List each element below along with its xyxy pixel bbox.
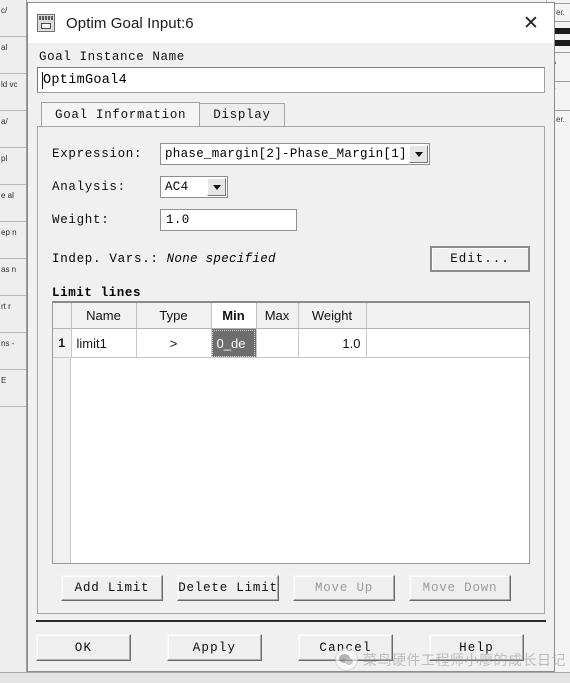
analysis-combobox[interactable]: AC4 [160, 176, 228, 198]
optim-goal-icon [37, 14, 55, 32]
edit-button[interactable]: Edit... [430, 246, 530, 272]
table-header-row: Name Type Min Max Weight [53, 303, 529, 329]
expression-combobox[interactable]: phase_margin[2]-Phase_Margin[1] [160, 143, 430, 165]
indep-vars-label: Indep. Vars.: [52, 252, 159, 266]
row-index[interactable]: 1 [53, 328, 72, 358]
delete-limit-button[interactable]: Delete Limit [177, 575, 279, 601]
cell-max[interactable] [256, 328, 299, 358]
chevron-down-icon[interactable] [409, 145, 428, 163]
background-palette-item: pl [0, 148, 26, 185]
dialog-body: Goal Instance Name OptimGoal4 Goal Infor… [28, 43, 554, 614]
dialog-footer: OK Apply Cancel Help [36, 620, 546, 671]
cancel-button[interactable]: Cancel [298, 634, 393, 661]
background-palette-item: ns - [0, 333, 26, 370]
indep-vars-value: None specified [166, 252, 276, 266]
table-row-gutter [53, 358, 71, 563]
indep-vars-row: Indep. Vars.: None specified Edit... [52, 246, 530, 272]
background-palette-item: rt r [0, 296, 26, 333]
help-button[interactable]: Help [429, 634, 524, 661]
table-corner-header[interactable] [53, 303, 72, 329]
goal-instance-name-label: Goal Instance Name [39, 50, 185, 64]
weight-label: Weight: [52, 213, 110, 227]
ok-button[interactable]: OK [36, 634, 131, 661]
add-limit-button[interactable]: Add Limit [61, 575, 163, 601]
tab-goal-information[interactable]: Goal Information [41, 102, 201, 126]
limit-lines-table: Name Type Min Max Weight 1 limit1 > 0_de… [52, 301, 530, 564]
background-status-band [0, 672, 570, 683]
goal-instance-name-input[interactable]: OptimGoal4 [37, 67, 545, 93]
cell-type[interactable]: > [136, 328, 212, 358]
move-up-button: Move Up [293, 575, 395, 601]
dialog-titlebar: Optim Goal Input:6 ✕ [28, 3, 554, 43]
limit-lines-title: Limit lines [52, 286, 142, 300]
background-palette-item: E [0, 370, 26, 407]
weight-row: Weight: 1.0 [52, 209, 530, 231]
background-palette-item: c/ [0, 0, 26, 37]
expression-row: Expression: phase_margin[2]-Phase_Margin… [52, 143, 530, 165]
column-header-type[interactable]: Type [136, 303, 212, 329]
table-row[interactable]: 1 limit1 > 0_de 1.0 [53, 328, 529, 358]
analysis-row: Analysis: AC4 [52, 176, 530, 198]
table-empty-area[interactable] [53, 358, 529, 563]
background-palette-item: ld vc [0, 74, 26, 111]
apply-button[interactable]: Apply [167, 634, 262, 661]
background-palette-item: as n [0, 259, 26, 296]
analysis-label: Analysis: [52, 180, 126, 194]
weight-value: 1.0 [166, 213, 190, 227]
column-header-max[interactable]: Max [256, 303, 299, 329]
column-header-name[interactable]: Name [71, 303, 137, 329]
close-icon[interactable]: ✕ [508, 3, 554, 43]
cell-filler [366, 328, 529, 358]
move-down-button: Move Down [409, 575, 511, 601]
column-header-weight[interactable]: Weight [298, 303, 367, 329]
tab-bar: Goal Information Display [37, 102, 545, 126]
background-left-toolbar: c/al ld vc a/pl e al ep n as n rt r ns -E [0, 0, 27, 683]
cell-min[interactable]: 0_de [211, 328, 257, 358]
column-header-filler [366, 303, 529, 329]
expression-value: phase_margin[2]-Phase_Margin[1] [165, 147, 407, 161]
analysis-value: AC4 [165, 180, 189, 194]
optim-goal-input-dialog: Optim Goal Input:6 ✕ Goal Instance Name … [27, 2, 555, 672]
goal-information-panel: Expression: phase_margin[2]-Phase_Margin… [37, 126, 545, 614]
background-palette-item: a/ [0, 111, 26, 148]
background-palette-item: ep n [0, 222, 26, 259]
expression-label: Expression: [52, 147, 143, 161]
column-header-min[interactable]: Min [211, 303, 257, 329]
weight-input[interactable]: 1.0 [160, 209, 297, 231]
dialog-title: Optim Goal Input:6 [66, 14, 194, 32]
cell-weight[interactable]: 1.0 [298, 328, 367, 358]
goal-instance-name-value: OptimGoal4 [43, 72, 128, 88]
background-palette-item: al [0, 37, 26, 74]
background-palette-item: e al [0, 185, 26, 222]
limit-buttons-row: Add Limit Delete Limit Move Up Move Down [52, 575, 530, 601]
chevron-down-icon[interactable] [207, 178, 226, 196]
tab-display[interactable]: Display [199, 103, 285, 126]
cell-name[interactable]: limit1 [71, 328, 137, 358]
